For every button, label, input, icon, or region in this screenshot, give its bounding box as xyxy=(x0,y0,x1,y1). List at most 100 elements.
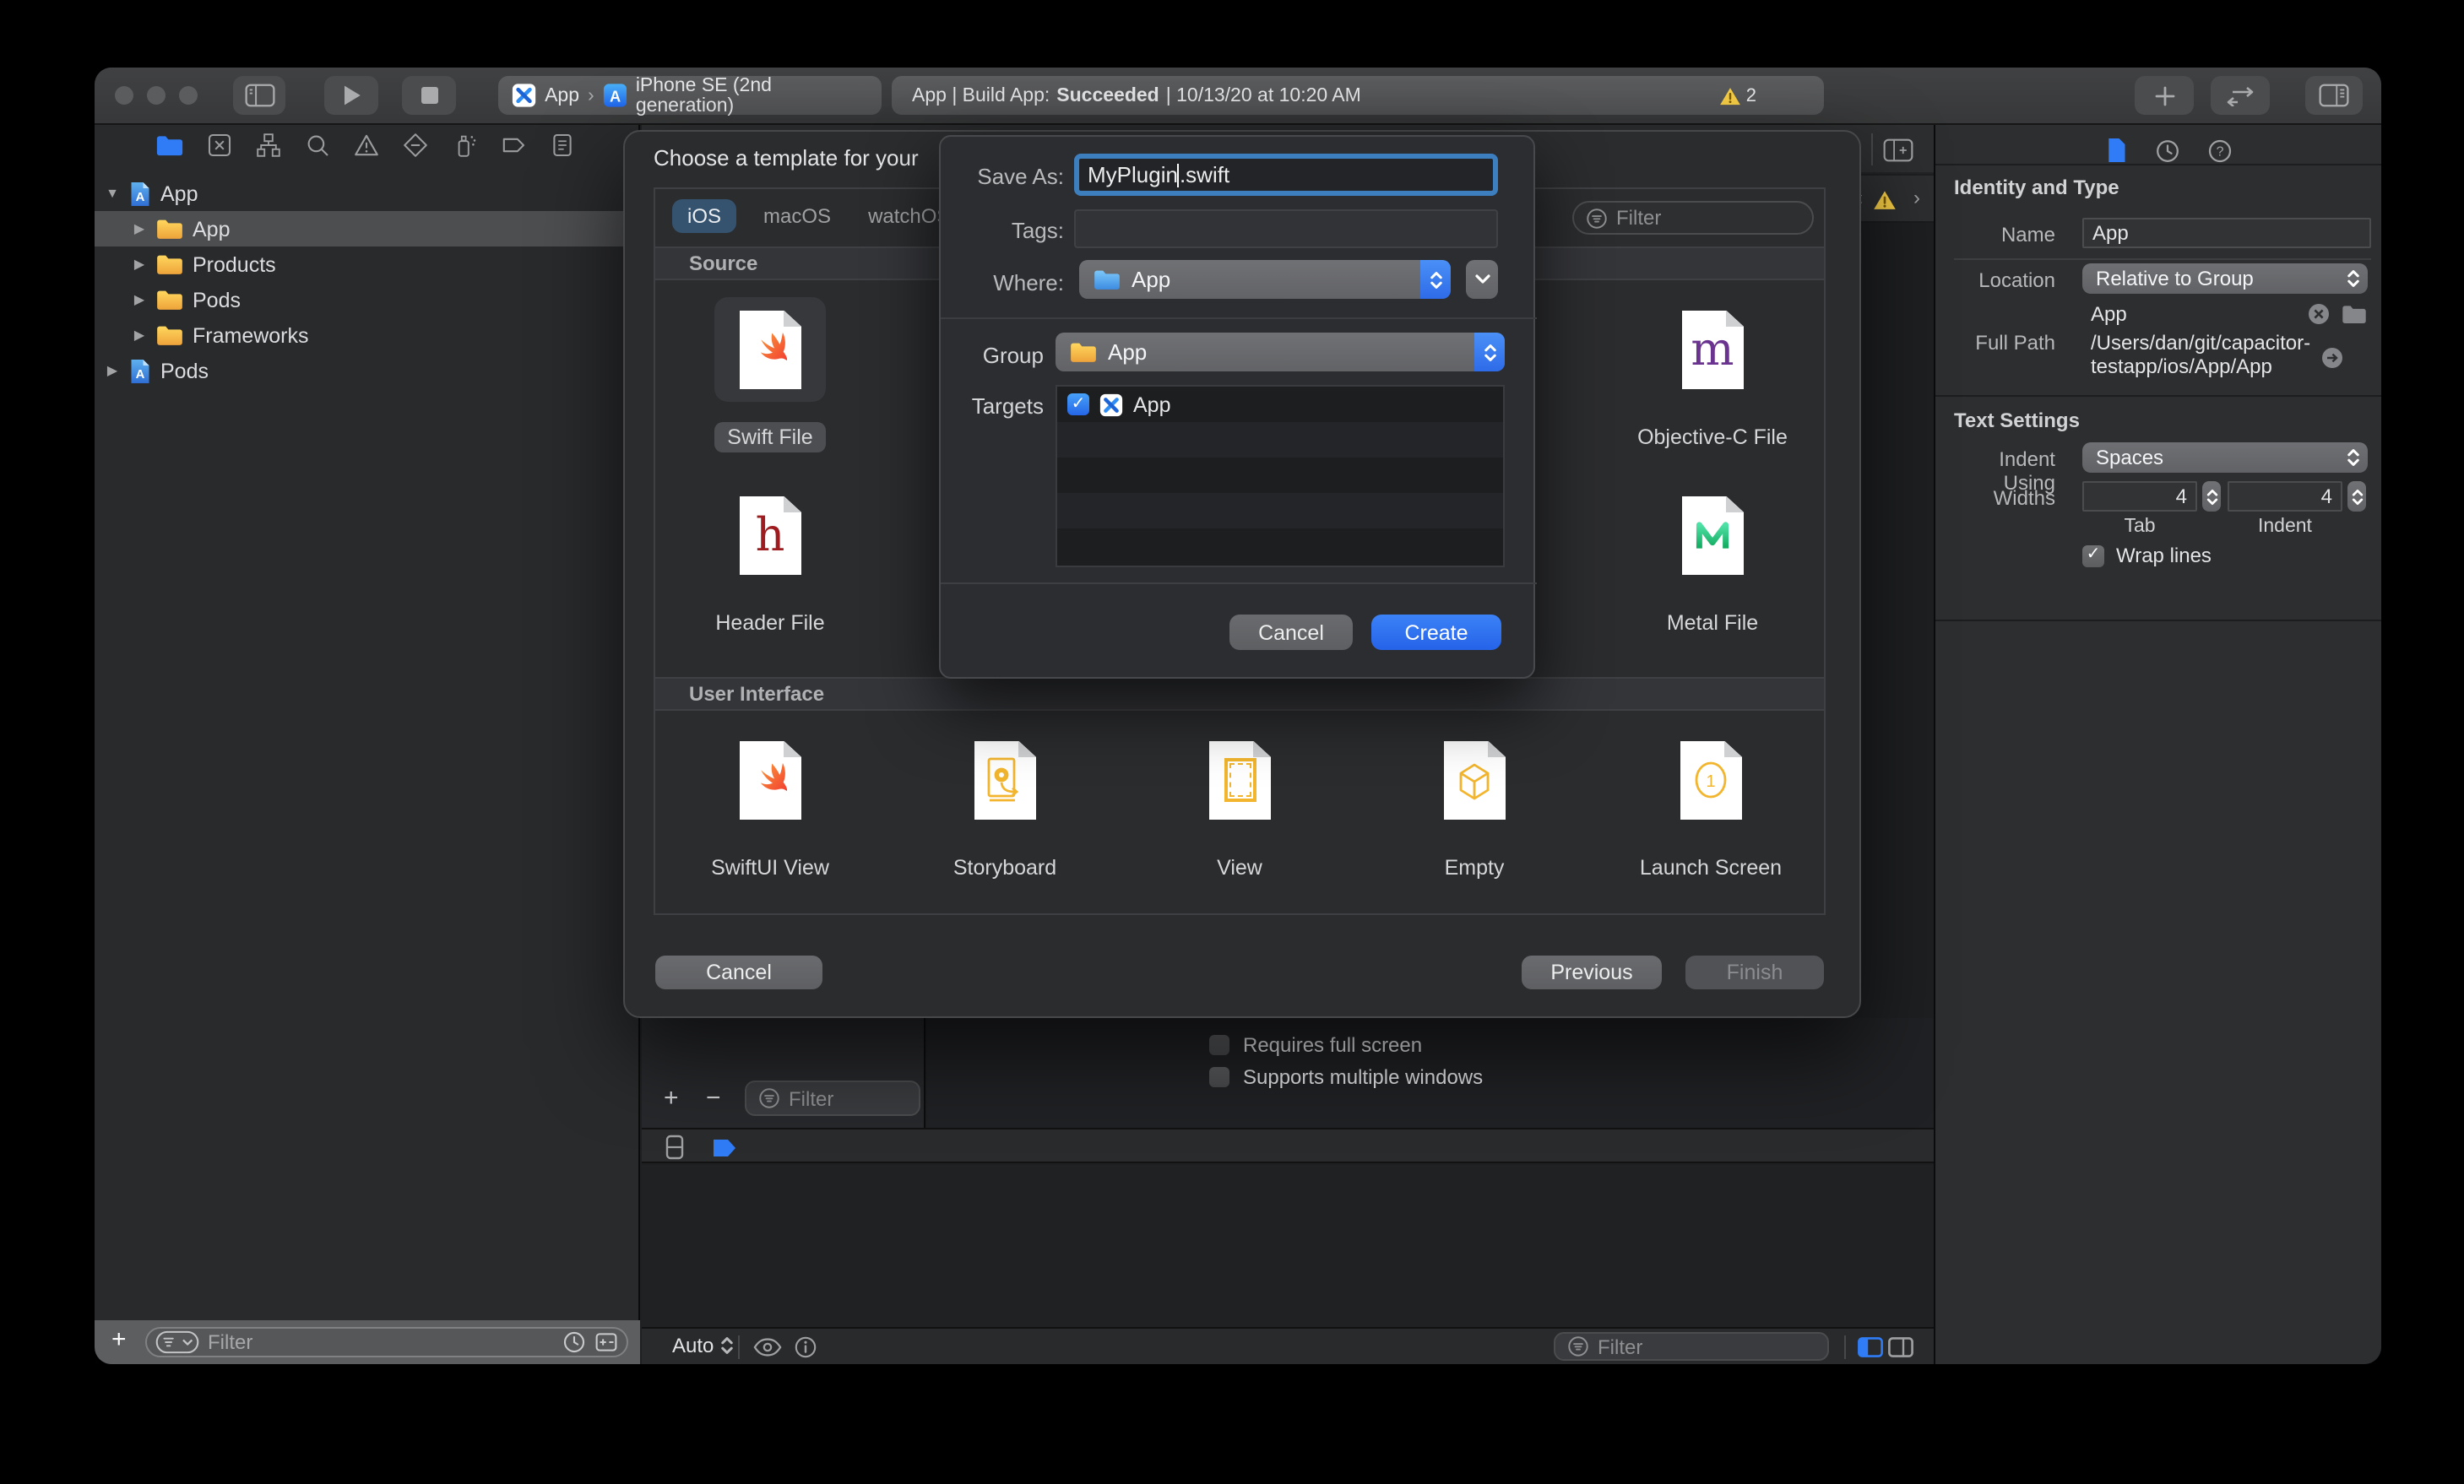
test-navigator-tab-icon[interactable] xyxy=(402,131,429,158)
choose-folder-icon[interactable] xyxy=(2341,304,2368,324)
run-button[interactable] xyxy=(324,76,378,115)
checkbox-checked[interactable]: ✓ xyxy=(1067,393,1089,415)
disclosure-triangle[interactable]: ▶ xyxy=(132,257,147,272)
debug-navigator-tab-icon[interactable] xyxy=(451,131,478,158)
next-issue-icon[interactable]: › xyxy=(1913,186,1920,209)
where-popup[interactable]: App xyxy=(1079,260,1451,299)
indent-width-stepper[interactable] xyxy=(2347,481,2366,512)
clear-location-icon[interactable] xyxy=(2307,302,2331,326)
expand-sheet-button[interactable] xyxy=(1466,260,1498,299)
template-swiftui-view[interactable]: SwiftUI View xyxy=(660,728,880,883)
tree-row-products[interactable]: ▶ Products xyxy=(95,246,640,282)
quick-look-eye-icon[interactable] xyxy=(753,1337,782,1357)
disclosure-triangle[interactable]: ▶ xyxy=(132,292,147,307)
disclosure-triangle-expanded[interactable]: ▼ xyxy=(105,186,120,201)
symbol-navigator-tab-icon[interactable] xyxy=(255,131,282,158)
disclosure-triangle[interactable]: ▶ xyxy=(105,363,120,378)
warning-badge[interactable]: 2 xyxy=(1719,85,1756,106)
stop-button[interactable] xyxy=(402,76,456,115)
template-launch-screen[interactable]: 1 Launch Screen xyxy=(1601,728,1821,883)
remove-target-button[interactable]: − xyxy=(706,1084,721,1113)
close-window-button[interactable] xyxy=(115,86,133,105)
zoom-window-button[interactable] xyxy=(179,86,198,105)
info-icon[interactable] xyxy=(794,1335,817,1359)
stepper-chevrons-icon xyxy=(2346,446,2361,469)
sheet-create-button[interactable]: Create xyxy=(1371,615,1501,650)
target-row-app[interactable]: ✓ App xyxy=(1057,387,1503,422)
scheme-name: App xyxy=(545,85,580,106)
find-navigator-tab-icon[interactable] xyxy=(304,131,331,158)
indent-width-value: 4 xyxy=(2320,485,2332,508)
targets-filter-field[interactable]: Filter xyxy=(745,1081,920,1116)
dialog-finish-button-disabled[interactable]: Finish xyxy=(1685,956,1824,989)
tab-width-field[interactable]: 4 xyxy=(2082,481,2197,512)
tags-field[interactable] xyxy=(1074,209,1498,248)
checkbox-checked[interactable]: ✓ xyxy=(2082,544,2104,566)
code-review-button[interactable] xyxy=(2211,76,2270,115)
tab-width-stepper[interactable] xyxy=(2202,481,2221,512)
device-pane-icon[interactable] xyxy=(665,1135,684,1160)
template-view[interactable]: View xyxy=(1130,728,1349,883)
source-control-tab-icon[interactable] xyxy=(206,131,233,158)
dialog-previous-button[interactable]: Previous xyxy=(1522,956,1662,989)
template-empty[interactable]: Empty xyxy=(1365,728,1584,883)
breakpoint-tag-icon[interactable] xyxy=(711,1136,738,1160)
issue-navigator-tab-icon[interactable] xyxy=(353,131,380,158)
help-inspector-tab-icon[interactable]: ? xyxy=(2207,138,2233,163)
tree-row-app-project[interactable]: ▼ App xyxy=(95,176,640,211)
navigator-filter-field[interactable]: Filter xyxy=(145,1327,628,1357)
navigator-toggle-button[interactable] xyxy=(233,76,285,115)
m-glyph: m xyxy=(1691,323,1734,376)
tree-row-pods-project[interactable]: ▶ Pods xyxy=(95,353,640,388)
report-navigator-tab-icon[interactable] xyxy=(549,131,576,158)
add-file-button[interactable]: + xyxy=(111,1325,127,1354)
library-add-button[interactable] xyxy=(2135,76,2194,115)
template-objective-c-file[interactable]: m Objective-C File xyxy=(1603,297,1822,452)
show-console-view-icon[interactable] xyxy=(1888,1337,1913,1357)
filter-icon xyxy=(1586,207,1608,229)
tree-row-frameworks[interactable]: ▶ Frameworks xyxy=(95,317,640,353)
disclosure-triangle[interactable]: ▶ xyxy=(132,328,147,343)
disclosure-triangle[interactable]: ▶ xyxy=(132,221,147,236)
requires-full-screen-row[interactable]: Requires full screen xyxy=(1209,1033,1422,1057)
group-popup[interactable]: App xyxy=(1056,333,1505,371)
checkbox-unchecked[interactable] xyxy=(1209,1035,1229,1055)
save-as-field[interactable]: MyPlugin .swift xyxy=(1074,154,1498,196)
indent-using-popup[interactable]: Spaces xyxy=(2082,442,2368,473)
template-filter-field[interactable]: Filter xyxy=(1572,201,1814,235)
template-metal-file[interactable]: Metal File xyxy=(1603,483,1822,638)
sheet-cancel-button[interactable]: Cancel xyxy=(1229,615,1353,650)
variables-view-scope-popup[interactable]: Auto xyxy=(672,1334,734,1357)
file-inspector-tab-icon[interactable] xyxy=(2104,137,2128,164)
add-target-button[interactable]: + xyxy=(664,1084,679,1113)
template-swift-file[interactable]: Swift File xyxy=(660,297,880,452)
supports-multiple-windows-row[interactable]: Supports multiple windows xyxy=(1209,1065,1483,1089)
dialog-cancel-button[interactable]: Cancel xyxy=(655,956,822,989)
tree-row-pods-group[interactable]: ▶ Pods xyxy=(95,282,640,317)
minimize-window-button[interactable] xyxy=(147,86,166,105)
app-target-icon xyxy=(512,83,536,108)
checkbox-unchecked[interactable] xyxy=(1209,1067,1229,1087)
history-inspector-tab-icon[interactable] xyxy=(2155,138,2180,163)
location-popup[interactable]: Relative to Group xyxy=(2082,263,2368,294)
show-variables-view-icon[interactable] xyxy=(1858,1337,1883,1357)
open-path-arrow-icon[interactable] xyxy=(2320,346,2344,370)
project-navigator-tab-folder-icon[interactable] xyxy=(155,133,184,156)
name-field[interactable]: App xyxy=(2082,218,2371,248)
tab-ios[interactable]: iOS xyxy=(672,199,737,233)
indent-width-field[interactable]: 4 xyxy=(2228,481,2342,512)
source-control-filter-icon[interactable] xyxy=(594,1330,618,1354)
breakpoint-navigator-tab-icon[interactable] xyxy=(500,131,527,158)
template-header-file[interactable]: h Header File xyxy=(660,483,880,638)
add-editor-icon[interactable] xyxy=(1883,138,1913,162)
scheme-selector[interactable]: App › iPhone SE (2nd generation) xyxy=(498,75,882,116)
recent-files-filter-icon[interactable] xyxy=(562,1330,586,1354)
issue-warning-icon[interactable] xyxy=(1873,189,1897,211)
filter-scope-icon[interactable] xyxy=(155,1330,199,1354)
wrap-lines-row[interactable]: ✓ Wrap lines xyxy=(2082,544,2212,567)
console-filter-field[interactable]: Filter xyxy=(1554,1332,1829,1361)
template-storyboard[interactable]: Storyboard xyxy=(895,728,1115,883)
tab-macos[interactable]: macOS xyxy=(753,199,841,233)
inspector-toggle-button[interactable] xyxy=(2305,76,2363,115)
tree-row-app-group[interactable]: ▶ App xyxy=(95,211,640,246)
